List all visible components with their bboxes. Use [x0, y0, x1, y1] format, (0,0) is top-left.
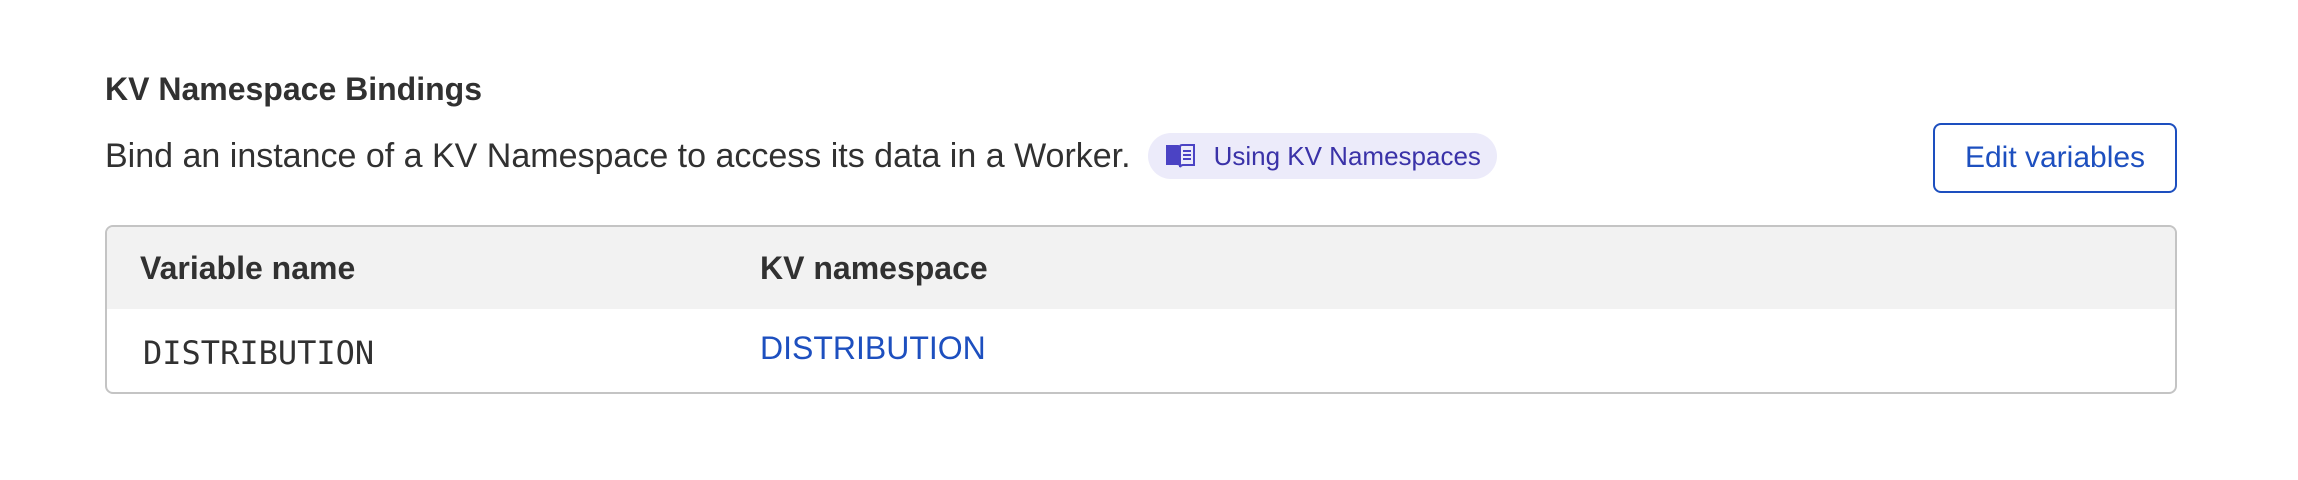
table-row: DISTRIBUTION DISTRIBUTION — [107, 306, 2175, 392]
section-description: Bind an instance of a KV Namespace to ac… — [105, 137, 1131, 175]
docs-link-using-kv-namespaces[interactable]: Using KV Namespaces — [1147, 133, 1497, 179]
edit-variables-button[interactable]: Edit variables — [1933, 123, 2177, 193]
variable-name-cell: DISTRIBUTION — [143, 334, 375, 372]
docs-link-label: Using KV Namespaces — [1213, 140, 1481, 171]
column-header-variable-name: Variable name — [140, 250, 356, 286]
column-header-kv-namespace: KV namespace — [760, 250, 988, 286]
kv-namespace-link[interactable]: DISTRIBUTION — [760, 306, 986, 391]
book-icon — [1164, 143, 1196, 169]
kv-namespace-bindings-section: KV Namespace Bindings Bind an instance o… — [105, 0, 2177, 480]
bindings-table: Variable name KV namespace DISTRIBUTION … — [105, 225, 2177, 394]
table-header: Variable name KV namespace — [107, 227, 2175, 309]
section-title: KV Namespace Bindings — [105, 71, 482, 107]
description-row: Bind an instance of a KV Namespace to ac… — [105, 133, 1497, 179]
